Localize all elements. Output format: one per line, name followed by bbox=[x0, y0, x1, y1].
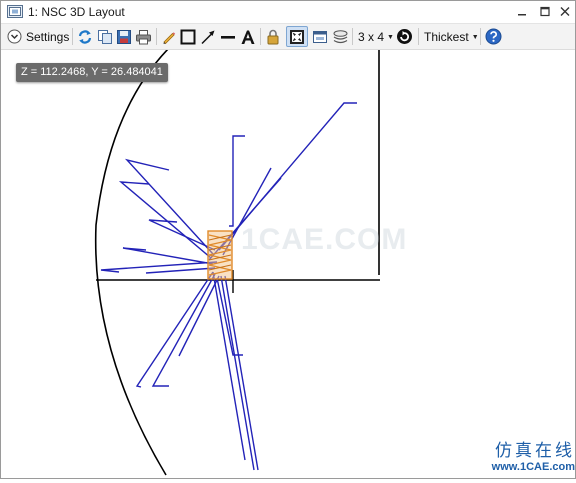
fit-to-window-button[interactable] bbox=[286, 26, 308, 47]
ray bbox=[145, 267, 216, 274]
line-thickness-dropdown[interactable]: Thickest ▼ bbox=[424, 27, 479, 46]
close-button[interactable] bbox=[556, 3, 574, 20]
pencil-tool-button[interactable] bbox=[161, 27, 177, 46]
save-icon bbox=[117, 29, 131, 44]
printer-icon bbox=[136, 29, 151, 44]
help-icon bbox=[485, 28, 502, 45]
layout-window-icon bbox=[7, 5, 23, 18]
toolbar-separator bbox=[72, 28, 73, 45]
grid-size-label: 3 x 4 bbox=[358, 29, 385, 44]
site-name: 仿真在线 bbox=[495, 441, 575, 461]
text-tool-button[interactable] bbox=[240, 27, 256, 46]
line-thickness-label: Thickest bbox=[424, 29, 469, 44]
layers-button[interactable] bbox=[332, 27, 349, 46]
detector-arc bbox=[94, 47, 170, 476]
minimize-button[interactable] bbox=[513, 3, 531, 20]
coordinate-readout: Z = 112.2468, Y = 26.484041 bbox=[16, 63, 168, 82]
toolbar-separator bbox=[156, 28, 157, 45]
settings-button[interactable]: Settings bbox=[7, 27, 69, 46]
toolbar-separator bbox=[418, 28, 419, 45]
layout-plot-area[interactable] bbox=[1, 47, 575, 478]
save-button[interactable] bbox=[116, 27, 132, 46]
lock-button[interactable] bbox=[265, 27, 281, 46]
print-button[interactable] bbox=[135, 27, 152, 46]
window-title: 1: NSC 3D Layout bbox=[28, 5, 125, 19]
ray bbox=[220, 275, 255, 471]
window-icon bbox=[313, 30, 327, 43]
maximize-button[interactable] bbox=[536, 3, 554, 20]
text-a-icon bbox=[241, 30, 255, 44]
toolbar-separator bbox=[480, 28, 481, 45]
help-button[interactable] bbox=[485, 27, 502, 46]
ray bbox=[151, 273, 216, 387]
copy-button[interactable] bbox=[97, 27, 113, 46]
ray-traces bbox=[100, 102, 357, 471]
rectangle-icon bbox=[180, 29, 196, 44]
dropdown-caret-icon: ▼ bbox=[471, 34, 479, 41]
watermark-text: 1CAE.COM bbox=[241, 223, 408, 256]
rotate-icon bbox=[397, 29, 412, 44]
rectangle-tool-button[interactable] bbox=[180, 27, 196, 46]
arrow-tool-button[interactable] bbox=[200, 27, 216, 46]
site-url: www.1CAE.com bbox=[491, 461, 575, 473]
ray bbox=[178, 275, 220, 357]
layers-icon bbox=[333, 29, 348, 43]
source-object bbox=[207, 230, 233, 280]
arrow-icon bbox=[201, 30, 215, 44]
line-tool-button[interactable] bbox=[220, 27, 236, 46]
pencil-icon bbox=[163, 31, 176, 44]
toolbar: Settings 3 x 4 ▼ Thickest ▼ bbox=[1, 24, 575, 50]
grid-size-dropdown[interactable]: 3 x 4 ▼ bbox=[358, 27, 394, 46]
fit-to-window-icon bbox=[290, 29, 304, 44]
lock-icon bbox=[267, 29, 279, 44]
ray bbox=[118, 181, 212, 259]
ray bbox=[135, 271, 214, 388]
dropdown-caret-icon: ▼ bbox=[387, 34, 394, 41]
new-window-button[interactable] bbox=[312, 27, 328, 46]
toolbar-separator bbox=[260, 28, 261, 45]
layout-drawing[interactable] bbox=[1, 47, 575, 478]
chevron-down-icon bbox=[7, 29, 22, 44]
ray bbox=[124, 158, 214, 255]
toolbar-separator bbox=[352, 28, 353, 45]
settings-label: Settings bbox=[26, 29, 70, 44]
line-icon bbox=[221, 35, 235, 39]
nsc-3d-layout-window: 1: NSC 3D Layout Settings 3 x 4 ▼ Thicke… bbox=[0, 0, 576, 479]
copy-icon bbox=[98, 29, 112, 44]
rotate-button[interactable] bbox=[396, 27, 413, 46]
ray bbox=[122, 247, 214, 265]
ray bbox=[229, 135, 245, 227]
title-bar: 1: NSC 3D Layout bbox=[1, 1, 575, 24]
ray bbox=[100, 261, 218, 273]
refresh-icon bbox=[78, 29, 92, 44]
site-logo: 仿真在线 www.1CAE.com bbox=[467, 441, 575, 474]
refresh-button[interactable] bbox=[77, 27, 93, 46]
